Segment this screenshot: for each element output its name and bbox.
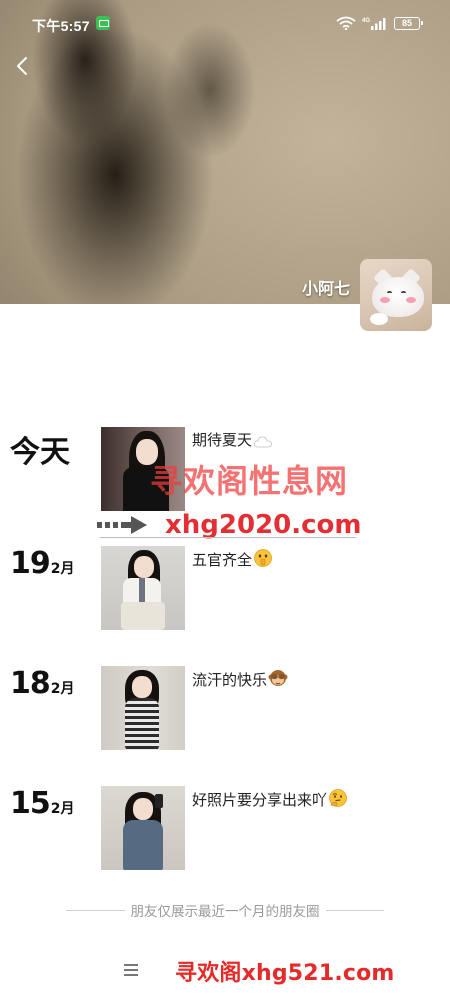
- face-shushing-icon: [254, 549, 272, 567]
- divider: [66, 909, 125, 911]
- post-text: 好照片要分享出来吖: [192, 788, 348, 810]
- battery-icon: 85: [394, 16, 423, 30]
- app-notification-icon: [96, 16, 110, 30]
- post-item[interactable]: 152月 好照片要分享出来吖: [0, 786, 450, 876]
- post-text: 流汗的快乐: [192, 668, 288, 690]
- watermark-bottom: 寻欢阁xhg521.com: [175, 961, 395, 986]
- status-time: 下午5:57: [32, 18, 90, 34]
- post-date: 182月: [10, 666, 75, 701]
- svg-text:4G: 4G: [362, 18, 370, 24]
- see-no-evil-monkey-icon: [268, 670, 288, 686]
- footer-note: 朋友仅展示最近一个月的朋友圈: [66, 900, 384, 920]
- post-date: 192月: [10, 546, 75, 581]
- cellular-signal-icon: 4G: [362, 18, 386, 30]
- date-month: 2月: [50, 801, 75, 817]
- status-indicators: 4G 85: [336, 14, 423, 32]
- back-button[interactable]: [10, 50, 38, 82]
- profile-name[interactable]: 小阿七: [302, 275, 350, 299]
- post-text-content: 流汗的快乐: [192, 671, 268, 689]
- menu-icon[interactable]: [124, 963, 140, 977]
- divider: [325, 909, 384, 911]
- footer-note-text: 朋友仅展示最近一个月的朋友圈: [130, 904, 320, 920]
- watermark-url: xhg2020.com: [165, 510, 362, 540]
- date-day: 19: [10, 546, 51, 581]
- post-date: 152月: [10, 786, 75, 821]
- post-item[interactable]: 182月 流汗的快乐: [0, 666, 450, 756]
- wifi-icon: [336, 16, 356, 30]
- date-day: 今天: [10, 435, 70, 470]
- date-day: 15: [10, 786, 51, 821]
- post-text-content: 五官齐全: [192, 551, 253, 569]
- status-bar: 下午5:57 4G 85: [0, 0, 450, 48]
- date-day: 18: [10, 666, 51, 701]
- post-photo[interactable]: [101, 786, 185, 870]
- watermark-site-name: 寻欢阁性息网: [150, 462, 349, 500]
- post-text: 期待夏天: [192, 429, 273, 450]
- thinking-face-icon: [329, 789, 347, 807]
- arrow-right-icon: [97, 516, 147, 534]
- post-text-content: 好照片要分享出来吖: [192, 791, 328, 809]
- profile-avatar[interactable]: [360, 259, 432, 331]
- post-photo[interactable]: [101, 546, 185, 630]
- watermark-underline: [100, 537, 356, 538]
- date-month: 2月: [50, 561, 75, 577]
- post-text-content: 期待夏天: [192, 431, 253, 449]
- date-month: 2月: [50, 681, 75, 697]
- post-item[interactable]: 192月 五官齐全: [0, 546, 450, 636]
- post-text: 五官齐全: [192, 548, 273, 570]
- post-date: 今天: [10, 427, 70, 471]
- cloud-icon: [253, 436, 273, 448]
- post-photo[interactable]: [101, 666, 185, 750]
